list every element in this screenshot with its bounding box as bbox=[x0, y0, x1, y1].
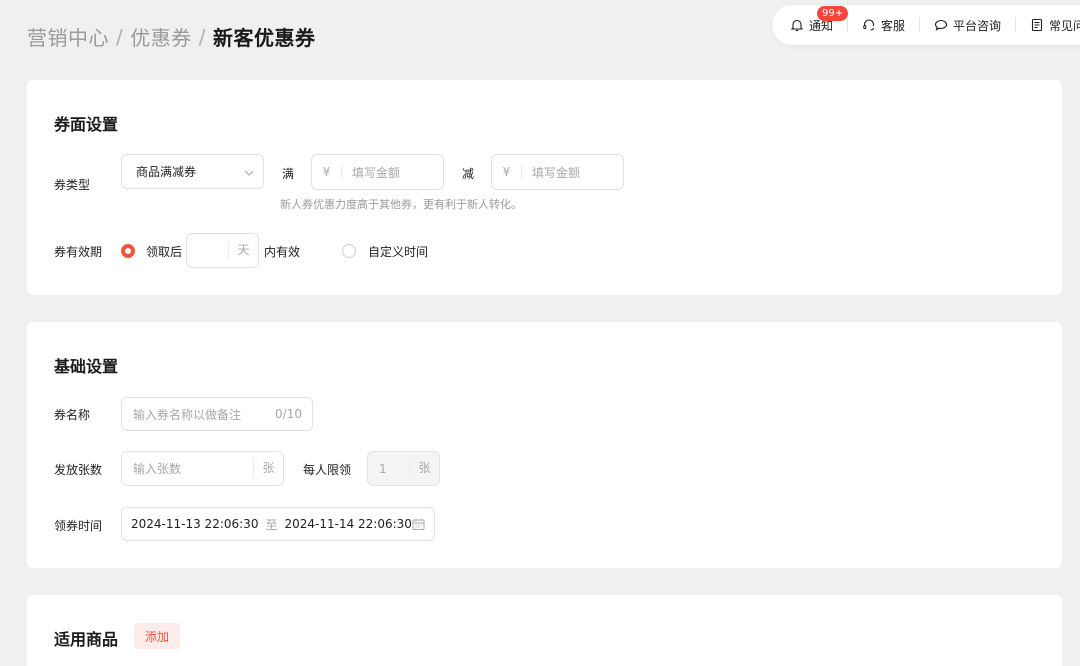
receive-time-label: 领券时间 bbox=[54, 519, 103, 533]
days-unit: 天 bbox=[228, 241, 258, 259]
page: 营销中心 / 优惠券 / 新客优惠券 通知 99+ 客服 平台咨询 常见问 券面… bbox=[0, 0, 1080, 666]
yen-icon: ¥ bbox=[492, 165, 522, 179]
card-title: 适用商品 bbox=[54, 630, 119, 649]
coupon-type-value: 商品满减券 bbox=[136, 165, 197, 179]
basic-settings-card: 基础设置 券名称 输入券名称以做备注 0/10 发放张数 输入张数 张 每人限领… bbox=[27, 322, 1062, 568]
add-goods-button[interactable]: 添加 bbox=[134, 623, 180, 649]
coupon-face-card: 券面设置 券类型 商品满减券 满 ¥ 填写金额 减 ¥ 填写金额 新人券优惠力度… bbox=[27, 80, 1062, 295]
start-time: 2024-11-13 22:06:30 bbox=[131, 517, 259, 531]
minus-label: 减 bbox=[462, 167, 475, 181]
divider bbox=[847, 18, 849, 32]
after-receive-label: 领取后 bbox=[146, 245, 183, 259]
notification-badge: 99+ bbox=[817, 5, 849, 21]
platform-consult-label: 平台咨询 bbox=[953, 18, 1002, 33]
document-icon bbox=[1031, 18, 1043, 32]
per-person-limit-input[interactable]: 1 张 bbox=[367, 451, 440, 486]
radio-custom-time[interactable] bbox=[342, 244, 356, 258]
customer-service-button[interactable]: 客服 bbox=[862, 17, 905, 34]
range-separator: 至 bbox=[265, 517, 278, 532]
discount-placeholder: 填写金额 bbox=[532, 165, 581, 180]
applicable-goods-card: 适用商品 添加 bbox=[27, 595, 1062, 666]
divider bbox=[919, 18, 921, 32]
discount-amount-input[interactable]: ¥ 填写金额 bbox=[491, 154, 624, 190]
breadcrumb-separator: / bbox=[116, 24, 124, 49]
breadcrumb: 营销中心 / 优惠券 / 新客优惠券 bbox=[27, 22, 316, 51]
coupon-type-select[interactable]: 商品满减券 bbox=[121, 154, 264, 189]
coupon-name-placeholder: 输入券名称以做备注 bbox=[133, 407, 242, 422]
issue-count-input[interactable]: 输入张数 张 bbox=[121, 451, 284, 486]
coupon-name-input[interactable]: 输入券名称以做备注 0/10 bbox=[121, 397, 313, 431]
issue-count-label: 发放张数 bbox=[54, 463, 103, 477]
threshold-amount-input[interactable]: ¥ 填写金额 bbox=[311, 154, 444, 190]
divider bbox=[1015, 18, 1017, 32]
headset-icon bbox=[863, 19, 875, 31]
validity-label: 券有效期 bbox=[54, 245, 103, 259]
coupon-hint: 新人券优惠力度高于其他券，更有利于新人转化。 bbox=[280, 198, 522, 211]
card-title: 基础设置 bbox=[54, 357, 119, 376]
calendar-icon bbox=[412, 519, 425, 530]
platform-consult-button[interactable]: 平台咨询 bbox=[934, 17, 1001, 34]
breadcrumb-separator: / bbox=[198, 24, 206, 49]
valid-within-label: 内有效 bbox=[264, 245, 301, 259]
receive-time-range-picker[interactable]: 2024-11-13 22:06:30 至 2024-11-14 22:06:3… bbox=[121, 507, 435, 541]
issue-count-placeholder: 输入张数 bbox=[133, 462, 182, 476]
full-label: 满 bbox=[282, 167, 295, 181]
per-person-limit-label: 每人限领 bbox=[303, 463, 352, 477]
char-counter: 0/10 bbox=[275, 407, 302, 421]
custom-time-label: 自定义时间 bbox=[368, 245, 429, 259]
radio-after-receive[interactable] bbox=[121, 244, 135, 258]
bell-icon bbox=[790, 19, 804, 32]
card-title: 券面设置 bbox=[54, 115, 119, 134]
yen-icon: ¥ bbox=[312, 165, 342, 179]
chat-bubble-icon bbox=[934, 19, 948, 31]
top-toolbar: 通知 99+ 客服 平台咨询 常见问 bbox=[772, 5, 1080, 45]
faq-label: 常见问 bbox=[1049, 18, 1080, 33]
faq-button[interactable]: 常见问 bbox=[1030, 17, 1080, 34]
chevron-down-icon bbox=[244, 170, 254, 176]
breadcrumb-marketing-center[interactable]: 营销中心 bbox=[27, 22, 109, 51]
end-time: 2024-11-14 22:06:30 bbox=[284, 517, 412, 531]
count-unit: 张 bbox=[253, 459, 283, 477]
limit-unit: 张 bbox=[409, 459, 439, 477]
threshold-placeholder: 填写金额 bbox=[352, 165, 401, 180]
coupon-name-label: 券名称 bbox=[54, 408, 91, 422]
customer-service-label: 客服 bbox=[881, 18, 906, 33]
coupon-type-label: 券类型 bbox=[54, 178, 91, 192]
breadcrumb-coupons[interactable]: 优惠券 bbox=[130, 22, 192, 51]
page-title: 新客优惠券 bbox=[213, 26, 316, 50]
per-person-limit-value: 1 bbox=[379, 461, 387, 476]
validity-days-input[interactable]: 天 bbox=[186, 233, 259, 268]
notification-button[interactable]: 通知 99+ bbox=[790, 5, 849, 34]
